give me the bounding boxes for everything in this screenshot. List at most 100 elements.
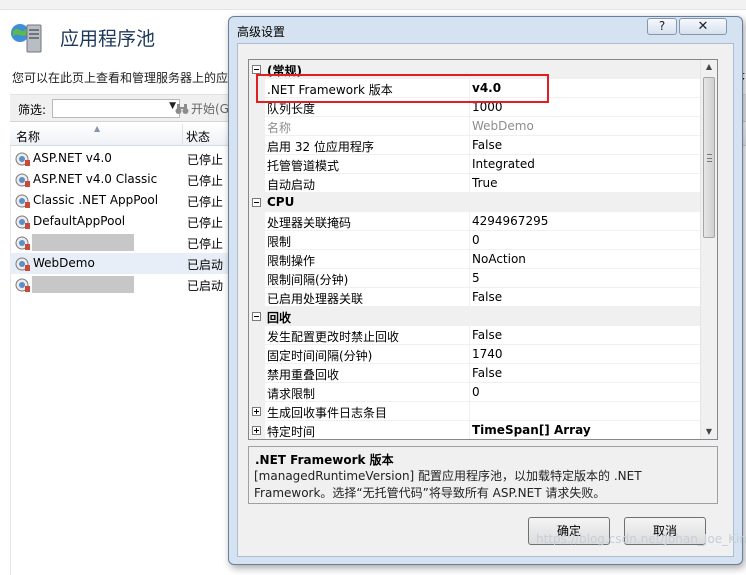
property-row[interactable]: 自动启动 True xyxy=(249,174,701,193)
app-pool-icon xyxy=(15,173,30,187)
app-pool-name: Classic .NET AppPool xyxy=(33,193,159,207)
app-pool-name: ASP.NET v4.0 xyxy=(33,151,112,165)
column-header-name[interactable]: 名称 xyxy=(16,128,40,145)
value-divider xyxy=(469,364,470,383)
app-pool-status: 已停止 xyxy=(187,216,224,230)
app-pool-row[interactable]: 已停止 xyxy=(10,232,228,253)
row-gutter xyxy=(249,383,265,402)
value-divider xyxy=(469,231,470,250)
value-divider xyxy=(469,155,470,174)
property-row[interactable]: 生成回收事件日志条目 xyxy=(249,402,701,421)
property-value[interactable]: Integrated xyxy=(472,157,535,171)
app-pool-icon xyxy=(15,236,30,250)
property-name: 限制间隔(分钟) xyxy=(267,273,349,287)
property-value[interactable]: True xyxy=(472,176,498,190)
property-name: 请求限制 xyxy=(267,387,316,401)
property-grid-scrollbar[interactable]: ▲ ▼ xyxy=(700,60,717,439)
property-value[interactable]: 1740 xyxy=(472,347,503,361)
property-name: 名称 xyxy=(267,121,292,135)
property-name: 启用 32 位应用程序 xyxy=(267,140,374,154)
dialog-body: (常规) .NET Framework 版本 v4.0 队列长度 1000 名称 WebDe… xyxy=(237,43,734,557)
property-name: 已启用处理器关联 xyxy=(267,292,364,306)
app-pool-status: 已停止 xyxy=(187,195,224,209)
collapse-minus-icon[interactable] xyxy=(252,198,261,207)
help-button[interactable]: ? xyxy=(647,18,677,35)
property-value[interactable]: 0 xyxy=(472,233,480,247)
value-divider xyxy=(469,383,470,402)
collapse-minus-icon[interactable] xyxy=(252,65,261,74)
property-row[interactable]: 托管管道模式 Integrated xyxy=(249,155,701,174)
scroll-up-icon[interactable]: ▲ xyxy=(704,62,714,72)
app-pool-icon xyxy=(15,152,30,166)
property-value[interactable]: False xyxy=(472,328,502,342)
property-value[interactable]: False xyxy=(472,138,502,152)
app-pool-icon xyxy=(15,257,30,271)
value-divider xyxy=(469,402,470,421)
column-header-status[interactable]: 状态 xyxy=(186,128,210,145)
property-row[interactable]: 请求限制 0 xyxy=(249,383,701,402)
value-divider xyxy=(469,326,470,345)
property-category[interactable]: 回收 xyxy=(249,307,701,326)
property-row[interactable]: 禁用重叠回收 False xyxy=(249,364,701,383)
value-divider xyxy=(469,117,470,136)
property-value[interactable]: False xyxy=(472,290,502,304)
row-gutter xyxy=(249,269,265,288)
property-row[interactable]: 启用 32 位应用程序 False xyxy=(249,136,701,155)
property-value[interactable]: 0 xyxy=(472,385,480,399)
property-row[interactable]: 限制操作 NoAction xyxy=(249,250,701,269)
app-pool-row[interactable]: ASP.NET v4.0 Classic 已停止 xyxy=(10,169,228,190)
app-pool-icon xyxy=(15,194,30,208)
highlight-annotation xyxy=(256,74,549,103)
app-pool-row[interactable]: WebDemo 已启动 xyxy=(10,253,228,274)
property-grid: (常规) .NET Framework 版本 v4.0 队列长度 1000 名称 WebDe… xyxy=(248,59,718,440)
property-row[interactable]: 名称 WebDemo xyxy=(249,117,701,136)
app-pool-row[interactable]: 已启动 xyxy=(10,274,228,295)
property-row[interactable]: 限制 0 xyxy=(249,231,701,250)
property-name: 回收 xyxy=(267,311,292,325)
property-value[interactable]: 5 xyxy=(472,271,480,285)
expand-plus-icon[interactable] xyxy=(252,407,261,416)
property-name: 发生配置更改时禁止回收 xyxy=(267,330,400,344)
scrollbar-thumb[interactable] xyxy=(703,77,715,238)
property-value[interactable]: 4294967295 xyxy=(472,214,548,228)
property-row[interactable]: 限制间隔(分钟) 5 xyxy=(249,269,701,288)
app-pool-status: 已启动 xyxy=(187,258,224,272)
page-description: 您可以在此页上查看和管理服务器上的应用程序池列表。 xyxy=(12,71,228,85)
row-gutter xyxy=(249,345,265,364)
value-divider xyxy=(469,136,470,155)
value-divider xyxy=(469,345,470,364)
app-pool-row[interactable]: DefaultAppPool 已停止 xyxy=(10,211,228,232)
property-value[interactable]: False xyxy=(472,366,502,380)
collapse-minus-icon[interactable] xyxy=(252,312,261,321)
property-row[interactable]: 发生配置更改时禁止回收 False xyxy=(249,326,701,345)
app-pool-row[interactable]: ASP.NET v4.0 已停止 xyxy=(10,148,228,169)
description-text: [managedRuntimeVersion] 配置应用程序池，以加载特定版本的… xyxy=(254,469,642,500)
filter-label: 筛选: xyxy=(18,103,47,117)
server-globe-icon xyxy=(11,24,42,53)
property-value[interactable]: TimeSpan[] Array xyxy=(472,423,591,437)
app-pool-name: ASP.NET v4.0 Classic xyxy=(33,172,158,186)
value-divider xyxy=(469,421,470,439)
start-filter-button[interactable]: 开始(G) xyxy=(175,100,231,117)
app-pool-status: 已停止 xyxy=(187,153,224,167)
property-row[interactable]: 固定时间间隔(分钟) 1740 xyxy=(249,345,701,364)
filter-combobox[interactable]: ▼ xyxy=(52,99,180,118)
property-name: 生成回收事件日志条目 xyxy=(267,406,388,420)
app-pool-row[interactable]: Classic .NET AppPool 已停止 xyxy=(10,190,228,211)
property-category[interactable]: CPU xyxy=(249,193,701,212)
property-row[interactable]: 特定时间 TimeSpan[] Array xyxy=(249,421,701,439)
property-name: 托管管道模式 xyxy=(267,159,340,173)
app-pool-status: 已停止 xyxy=(187,174,224,188)
property-row[interactable]: 已启用处理器关联 False xyxy=(249,288,701,307)
property-row[interactable]: 处理器关联掩码 4294967295 xyxy=(249,212,701,231)
column-divider[interactable] xyxy=(182,124,183,146)
row-gutter xyxy=(249,326,265,345)
scroll-down-icon[interactable]: ▼ xyxy=(704,427,714,437)
property-value[interactable]: WebDemo xyxy=(472,119,534,133)
property-value[interactable]: NoAction xyxy=(472,252,526,266)
app-pool-list: ASP.NET v4.0 已停止 ASP.NET v4.0 Classic 已停止 Cl… xyxy=(10,148,228,295)
expand-plus-icon[interactable] xyxy=(252,426,261,435)
close-button[interactable]: ✕ xyxy=(679,18,727,35)
redacted-pool-name xyxy=(32,234,134,251)
grip-icon xyxy=(707,154,712,162)
